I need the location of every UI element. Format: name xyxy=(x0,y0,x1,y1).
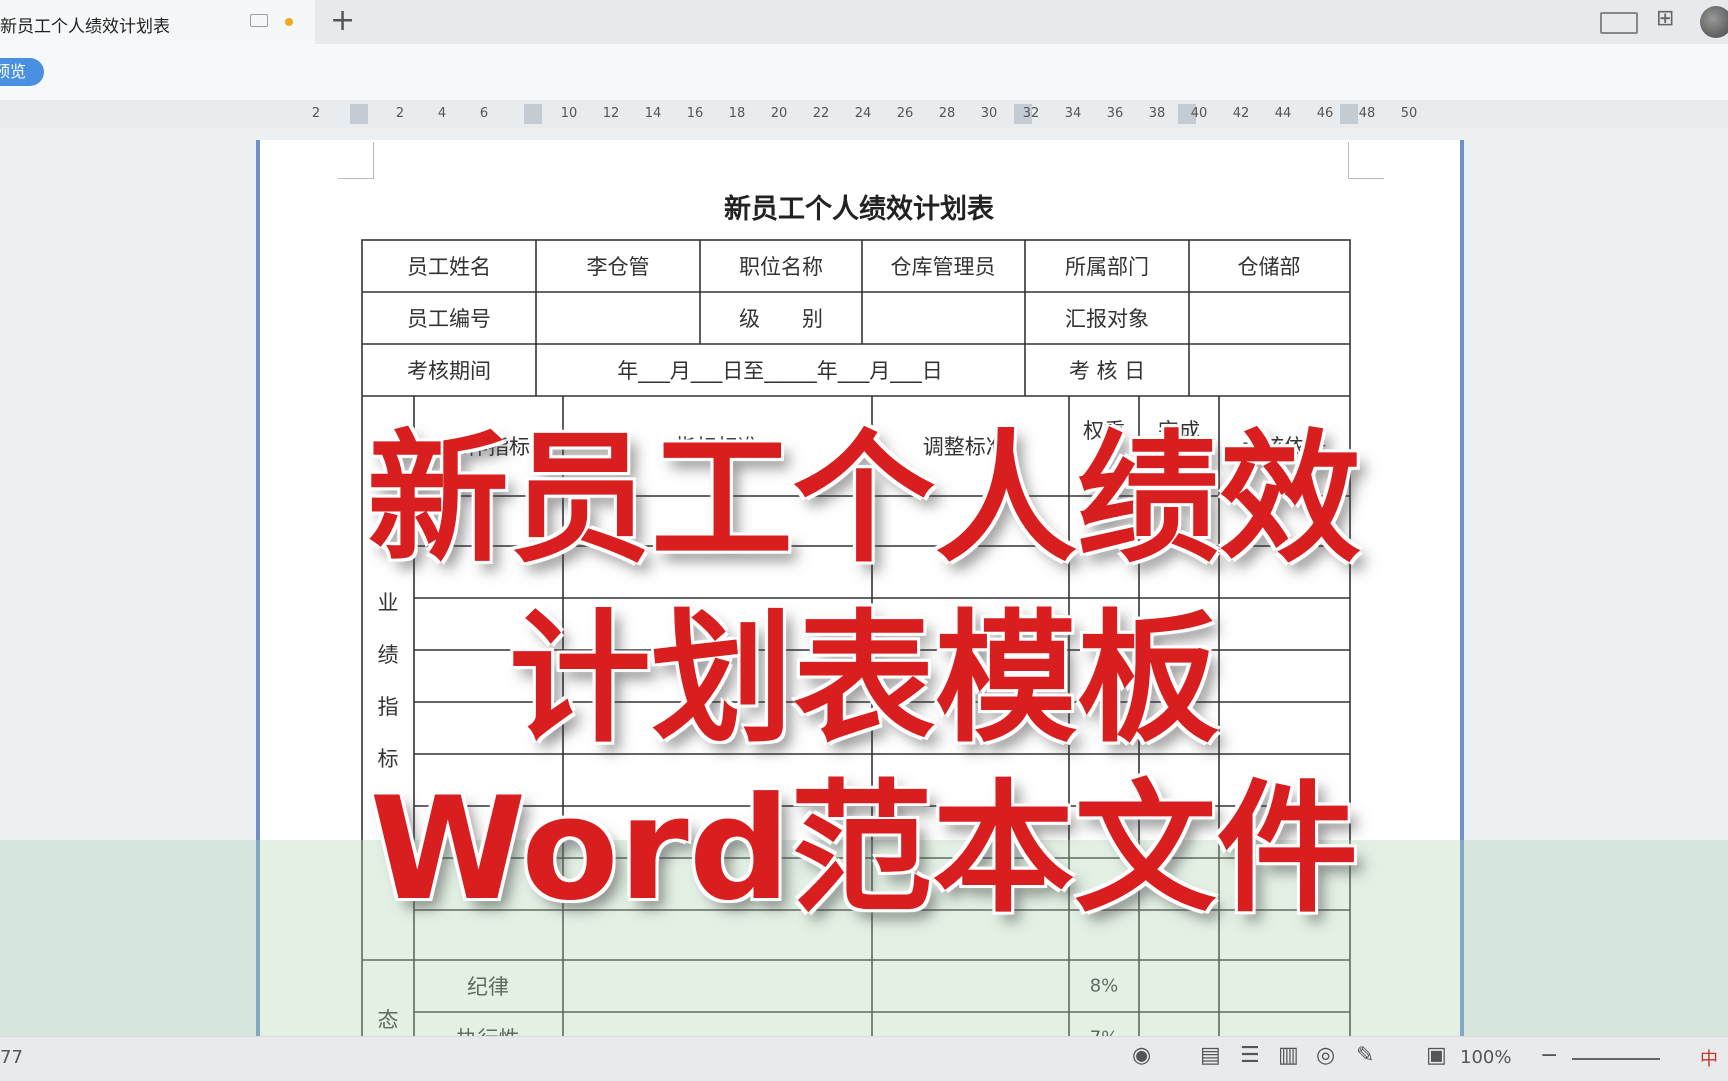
table-cell[interactable]: 李仓管 xyxy=(587,251,650,281)
page-info[interactable]: 77 xyxy=(0,1047,23,1068)
outline-view-icon[interactable]: ☰ xyxy=(1240,1043,1260,1068)
overlay-title-line2: 计划表模板 xyxy=(509,597,1219,762)
eye-protection-icon[interactable]: ◉ xyxy=(1132,1043,1151,1068)
table-cell[interactable]: 级 别 xyxy=(739,303,823,333)
period-cell[interactable]: 年___月___日至_____年___月___日 xyxy=(617,355,943,385)
overlay-title-line3: Word范本文件 xyxy=(369,767,1359,932)
table-cell[interactable]: 职位名称 xyxy=(739,251,823,281)
status-bar: 77 ◉ ▤ ☰ ▥ ◎ ✎ ▣ 100% − 中 xyxy=(0,1036,1728,1081)
table-cell[interactable]: 汇报对象 xyxy=(1065,303,1149,333)
table-cell[interactable]: 员工编号 xyxy=(407,303,491,333)
table-cell[interactable]: 考 核 日 xyxy=(1069,355,1145,385)
table-cell[interactable]: 仓库管理员 xyxy=(891,251,996,281)
table-cell[interactable]: 考核期间 xyxy=(407,355,491,385)
table-cell[interactable]: 员工姓名 xyxy=(407,251,491,281)
reading-view-icon[interactable]: ▥ xyxy=(1278,1043,1299,1068)
zoom-level[interactable]: 100% xyxy=(1460,1047,1511,1068)
zoom-out-button[interactable]: − xyxy=(1540,1043,1558,1068)
table-cell[interactable]: 所属部门 xyxy=(1065,251,1149,281)
web-view-icon[interactable]: ◎ xyxy=(1316,1043,1335,1068)
page-view-icon[interactable]: ▤ xyxy=(1200,1043,1221,1068)
zoom-slider[interactable] xyxy=(1572,1058,1660,1060)
table-cell[interactable]: 仓储部 xyxy=(1238,251,1301,281)
fit-page-icon[interactable]: ▣ xyxy=(1426,1043,1447,1068)
ime-indicator[interactable]: 中 xyxy=(1700,1045,1718,1071)
pen-icon[interactable]: ✎ xyxy=(1356,1043,1374,1068)
overlay-title-line1: 新员工个人绩效 xyxy=(367,417,1361,582)
